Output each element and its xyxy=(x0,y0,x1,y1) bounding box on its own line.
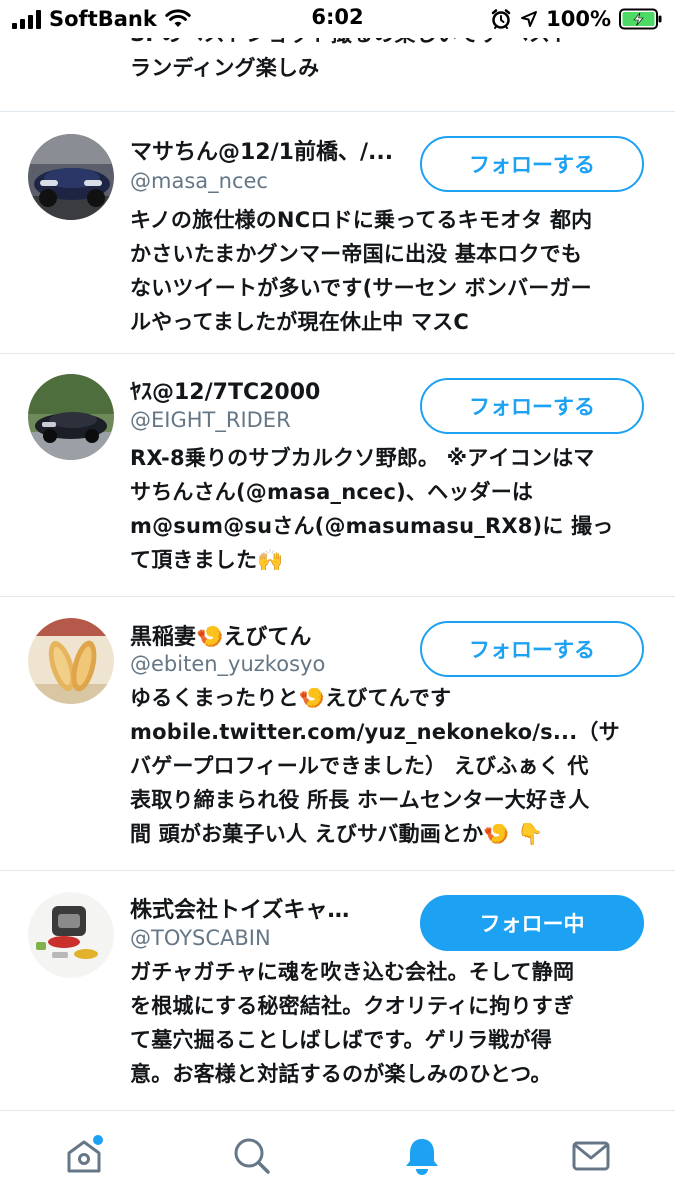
user-avatar[interactable] xyxy=(28,618,114,704)
user-bio: RX-8乗りのサブカルクソ野郎。 ※アイコンはマ サちんさん(@masa_nce… xyxy=(130,446,614,572)
following-button[interactable]: フォロー中 xyxy=(420,895,644,951)
user-bio: ゆるくまったりと🍤えびてんです mobile.twitter.com/yuz_n… xyxy=(130,686,620,846)
alarm-icon xyxy=(491,9,511,29)
follow-button[interactable]: フォローする xyxy=(420,136,644,192)
battery-charging-icon xyxy=(619,8,662,30)
tab-messages[interactable] xyxy=(507,1111,675,1201)
location-icon xyxy=(521,11,538,27)
user-row[interactable]: 黒稲妻🍤えびてん @ebiten_yuzkosyo フォローする ゆるくまったり… xyxy=(0,597,675,871)
user-avatar[interactable] xyxy=(28,892,114,978)
user-name: マサちん@12/1前橋、/... xyxy=(130,140,394,165)
battery-percent: 100% xyxy=(546,7,611,31)
user-name: ﾔｽ@12/7TC2000 xyxy=(130,380,321,405)
tab-notifications[interactable] xyxy=(338,1111,506,1201)
status-right: 100% xyxy=(490,6,663,32)
notifications-icon xyxy=(406,1139,438,1175)
status-bar: SoftBank 6:02 100% xyxy=(0,0,675,38)
tab-search[interactable] xyxy=(168,1111,336,1201)
user-list: SPのベストショット撮るの楽しいです ベスト ランディング楽しみ マサちん@12… xyxy=(0,38,675,1112)
user-bio: SPのベストショット撮るの楽しいです ベスト ランディング楽しみ xyxy=(130,38,571,80)
tab-home[interactable] xyxy=(0,1111,168,1201)
user-avatar[interactable] xyxy=(28,134,114,220)
user-name: 黒稲妻🍤えびてん xyxy=(130,625,312,650)
user-handle: @ebiten_yuzkosyo xyxy=(130,652,326,676)
user-row[interactable]: 株式会社トイズキャ… @TOYSCABIN フォロー中 ガチャガチャに魂を吹き込… xyxy=(0,871,675,1112)
home-icon xyxy=(67,1135,103,1173)
user-handle: @TOYSCABIN xyxy=(130,926,271,950)
user-row[interactable]: ﾔｽ@12/7TC2000 @EIGHT_RIDER フォローする RX-8乗り… xyxy=(0,354,675,597)
follow-button[interactable]: フォローする xyxy=(420,378,644,434)
user-avatar[interactable] xyxy=(28,374,114,460)
messages-icon xyxy=(572,1141,610,1171)
search-icon xyxy=(234,1138,270,1174)
list-item-partial: SPのベストショット撮るの楽しいです ベスト ランディング楽しみ xyxy=(0,38,675,112)
user-bio: キノの旅仕様のNCロドに乗ってるキモオタ 都内 かさいたまかグンマー帝国に出没 … xyxy=(130,208,593,334)
user-row[interactable]: マサちん@12/1前橋、/... @masa_ncec フォローする キノの旅仕… xyxy=(0,112,675,354)
follow-button[interactable]: フォローする xyxy=(420,621,644,677)
user-handle: @EIGHT_RIDER xyxy=(130,408,291,432)
user-name: 株式会社トイズキャ… xyxy=(130,898,350,923)
user-bio: ガチャガチャに魂を吹き込む会社。そして静岡 を根城にする秘密結社。クオリティに拘… xyxy=(130,960,575,1086)
bottom-tab-bar xyxy=(0,1110,675,1201)
user-handle: @masa_ncec xyxy=(130,169,268,193)
